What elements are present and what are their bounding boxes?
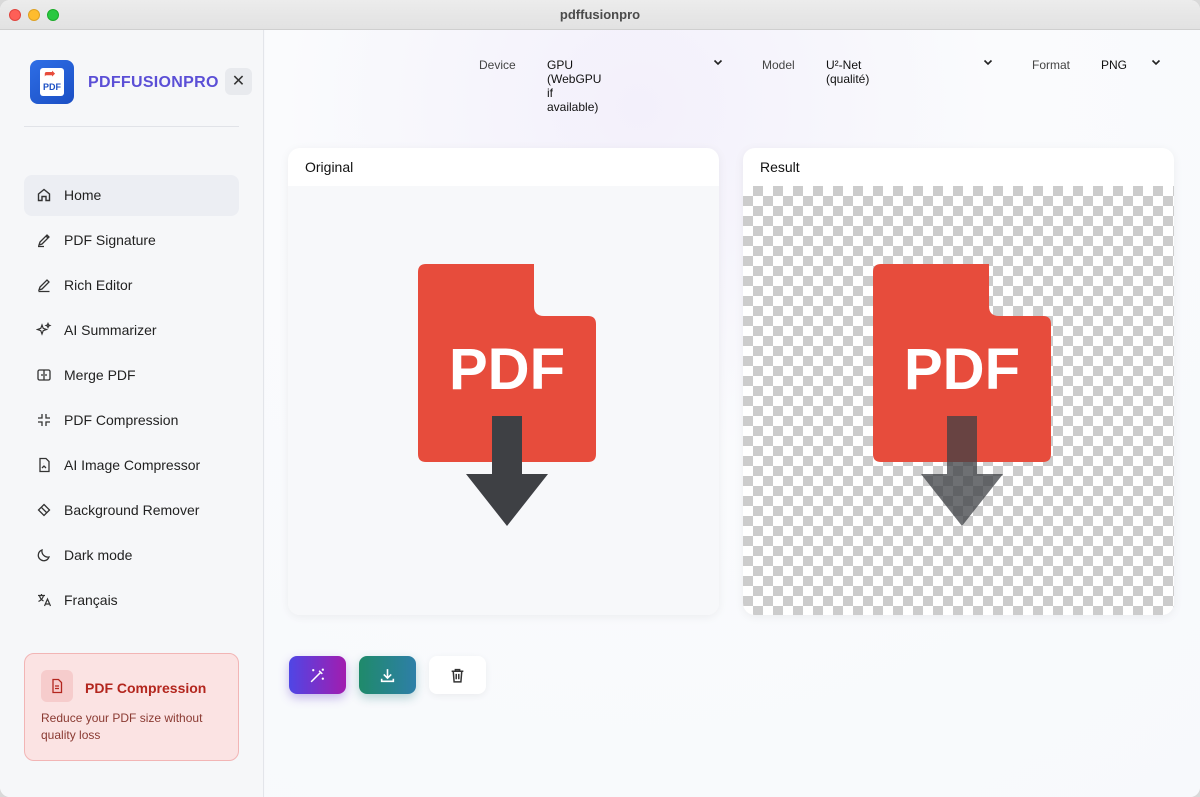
- promo-card[interactable]: PDF Compression Reduce your PDF size wit…: [24, 653, 239, 761]
- chevron-down-icon[interactable]: [982, 56, 994, 68]
- delete-button[interactable]: [429, 656, 486, 694]
- sidebar-item-rich-editor[interactable]: Rich Editor: [24, 265, 239, 306]
- window-title: pdffusionpro: [559, 7, 641, 22]
- format-label: Format: [1032, 58, 1071, 72]
- eraser-icon: [36, 502, 52, 518]
- sparkles-icon: [35, 321, 52, 338]
- sidebar-item-home[interactable]: Home: [24, 175, 239, 216]
- sidebar-item-label: Home: [64, 187, 102, 203]
- magic-wand-icon: [310, 668, 324, 683]
- download-button[interactable]: [359, 656, 416, 694]
- sidebar-item-label: Français: [64, 592, 118, 608]
- sidebar-item-label: AI Image Compressor: [64, 457, 201, 473]
- model-select[interactable]: U²-Net (qualité): [826, 58, 869, 86]
- sidebar-item-label: Background Remover: [64, 502, 200, 518]
- sidebar-item-pdf-compression[interactable]: PDF Compression: [24, 400, 239, 441]
- original-panel: Original PDF: [288, 148, 719, 615]
- sidebar-item-merge-pdf[interactable]: Merge PDF: [24, 355, 239, 396]
- sidebar-divider: [24, 126, 239, 127]
- sidebar-item-label: PDF Compression: [64, 412, 179, 428]
- compress-icon: [36, 412, 52, 428]
- sidebar-item-pdf-signature[interactable]: PDF Signature: [24, 220, 239, 261]
- trash-icon: [451, 668, 464, 683]
- pdf-download-image: PDF: [418, 264, 596, 526]
- device-label: Device: [479, 58, 516, 72]
- sidebar-item-label: Merge PDF: [64, 367, 136, 383]
- chevron-down-icon[interactable]: [1150, 56, 1162, 68]
- image-file-icon: [36, 457, 52, 473]
- sidebar-item-background-remover[interactable]: Background Remover: [24, 490, 239, 531]
- app-window: pdffusionpro ➦ PDF PDFFUSIONPRO ✕ Home P…: [0, 0, 1200, 797]
- promo-description: Reduce your PDF size without quality los…: [41, 711, 203, 742]
- language-icon: [36, 592, 52, 608]
- sidebar-item-label: Rich Editor: [64, 277, 133, 293]
- format-select[interactable]: PNG: [1101, 58, 1127, 72]
- result-title: Result: [760, 159, 800, 175]
- pdf-image-text: PDF: [449, 337, 565, 402]
- app-logo: ➦ PDF: [30, 60, 74, 104]
- main-content: Device GPU (WebGPU if available) Model U…: [265, 30, 1200, 797]
- document-icon: [41, 670, 73, 702]
- sidebar-item-label: AI Summarizer: [64, 322, 157, 338]
- title-bar: pdffusionpro: [0, 0, 1200, 30]
- result-panel: Result PDF: [743, 148, 1174, 615]
- pdf-image-text: PDF: [904, 337, 1020, 402]
- sidebar-item-dark-mode[interactable]: Dark mode: [24, 535, 239, 576]
- chevron-down-icon[interactable]: [712, 56, 724, 68]
- sidebar: ➦ PDF PDFFUSIONPRO ✕ Home PDF Signature: [0, 30, 264, 797]
- sidebar-item-label: PDF Signature: [64, 232, 156, 248]
- moon-icon: [36, 547, 52, 563]
- original-title: Original: [305, 159, 354, 175]
- model-label: Model: [762, 58, 795, 72]
- sidebar-item-label: Dark mode: [64, 547, 133, 563]
- pdf-download-image-transparent: PDF: [873, 264, 1051, 526]
- sidebar-nav: Home PDF Signature Rich Editor AI Summar…: [24, 175, 239, 625]
- original-image-area[interactable]: PDF: [288, 186, 719, 615]
- brand-name: PDFFUSIONPRO: [88, 74, 219, 91]
- sidebar-item-ai-image-compressor[interactable]: AI Image Compressor: [24, 445, 239, 486]
- remove-background-button[interactable]: [289, 656, 346, 694]
- merge-icon: [36, 367, 52, 383]
- promo-title: PDF Compression: [85, 680, 207, 696]
- pencil-icon: [36, 277, 52, 293]
- device-select[interactable]: GPU (WebGPU if available): [547, 58, 601, 114]
- sidebar-item-ai-summarizer[interactable]: AI Summarizer: [24, 310, 239, 351]
- signature-icon: [36, 232, 52, 248]
- sidebar-item-language[interactable]: Français: [24, 580, 239, 621]
- home-icon: [36, 187, 52, 203]
- share-arrow-icon: ➦: [44, 65, 56, 81]
- result-image-area[interactable]: PDF: [743, 186, 1174, 615]
- download-icon: [380, 669, 395, 683]
- close-sidebar-button[interactable]: ✕: [225, 68, 252, 95]
